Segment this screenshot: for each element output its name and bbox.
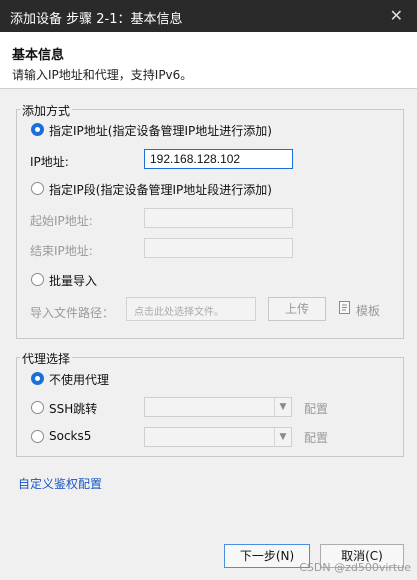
header-divider (0, 88, 417, 89)
radio-ip-range-label[interactable]: 指定IP段(指定设备管理IP地址段进行添加) (49, 181, 272, 198)
window-title: 添加设备 步骤 2-1：基本信息 (10, 12, 183, 27)
add-method-title: 添加方式 (20, 102, 73, 119)
socks5-proxy-select[interactable]: ▼ (144, 427, 292, 447)
ssh-proxy-select[interactable]: ▼ (144, 397, 292, 417)
proxy-group-title: 代理选择 (20, 350, 73, 367)
close-icon[interactable]: ✕ (390, 6, 403, 25)
import-file-placeholder: 点击此处选择文件。 (134, 307, 224, 318)
ip-address-input[interactable] (144, 149, 293, 169)
radio-ip-address[interactable] (31, 123, 44, 136)
ip-address-label: IP地址: (30, 155, 69, 169)
import-file-path-label: 导入文件路径： (30, 306, 115, 320)
start-ip-label: 起始IP地址: (30, 214, 93, 228)
radio-batch-import-label[interactable]: 批量导入 (49, 272, 97, 289)
radio-ip-address-label[interactable]: 指定IP地址(指定设备管理IP地址进行添加) (49, 122, 272, 139)
page-subtitle: 请输入IP地址和代理，支持IPv6。 (12, 68, 193, 82)
radio-ssh-proxy-label[interactable]: SSH跳转 (49, 400, 97, 417)
radio-ssh-proxy[interactable] (31, 401, 44, 414)
radio-ip-range[interactable] (31, 182, 44, 195)
title-bar: 添加设备 步骤 2-1：基本信息 ✕ (0, 0, 417, 32)
import-file-input[interactable]: 点击此处选择文件。 (126, 297, 256, 321)
next-button[interactable]: 下一步(N) (224, 544, 310, 568)
custom-auth-config-link[interactable]: 自定义鉴权配置 (18, 475, 102, 492)
page-title: 基本信息 (12, 48, 65, 63)
chevron-down-icon: ▼ (274, 398, 291, 416)
radio-socks5-proxy-label[interactable]: Socks5 (49, 429, 91, 443)
start-ip-input[interactable] (144, 208, 293, 228)
radio-no-proxy[interactable] (31, 372, 44, 385)
file-template-icon[interactable] (339, 301, 350, 314)
template-link[interactable]: 模板 (356, 302, 380, 319)
watermark: CSDN @zd500virtue (299, 561, 411, 574)
chevron-down-icon: ▼ (274, 428, 291, 446)
socks5-config-link[interactable]: 配置 (304, 429, 328, 446)
radio-batch-import[interactable] (31, 273, 44, 286)
radio-socks5-proxy[interactable] (31, 430, 44, 443)
ssh-config-link[interactable]: 配置 (304, 400, 328, 417)
end-ip-label: 结束IP地址: (30, 244, 93, 258)
step-header: 基本信息 请输入IP地址和代理，支持IPv6。 (0, 32, 417, 88)
radio-no-proxy-label[interactable]: 不使用代理 (49, 371, 109, 388)
upload-button[interactable]: 上传 (268, 297, 326, 321)
end-ip-input[interactable] (144, 238, 293, 258)
